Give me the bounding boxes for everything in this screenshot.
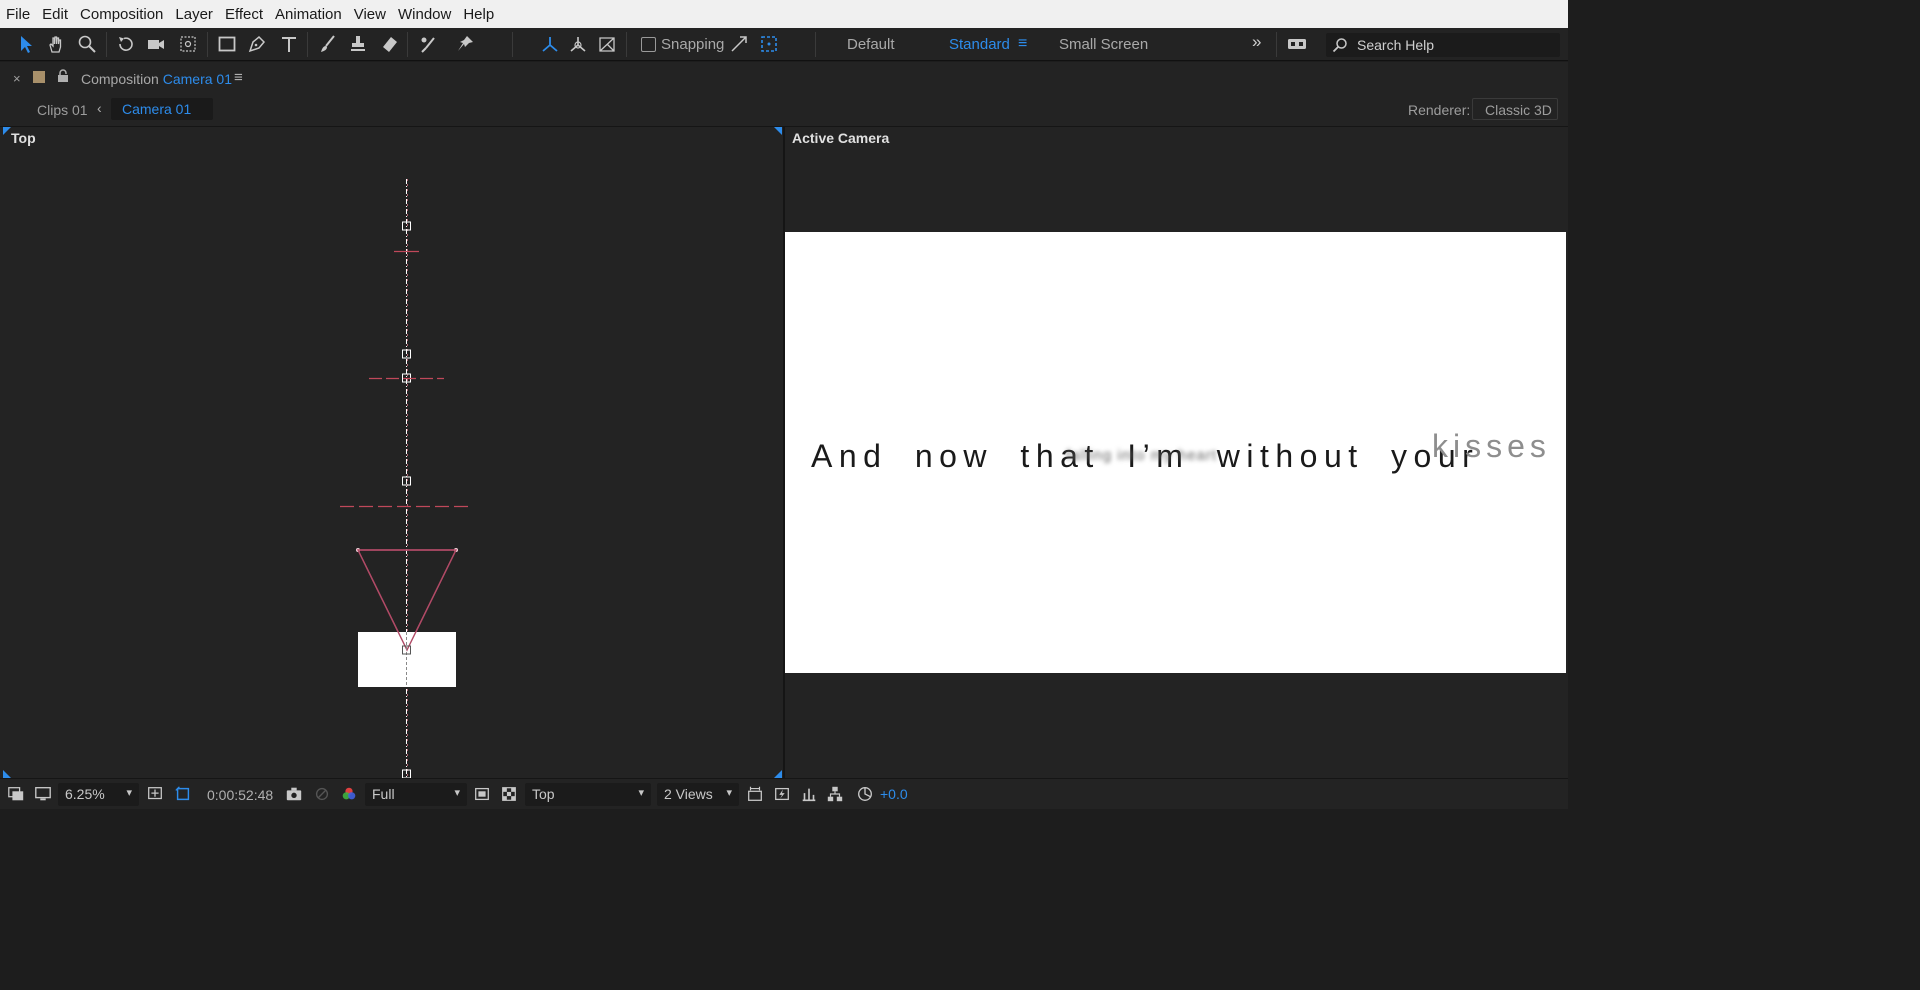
monitor-icon[interactable] [33, 784, 53, 804]
toolbar-separator [207, 32, 208, 57]
camera-gizmo [340, 179, 473, 778]
timecode[interactable]: 0:00:52:48 [207, 787, 273, 803]
menu-bar: File Edit Composition Layer Effect Anima… [0, 0, 1568, 28]
breadcrumb-clips[interactable]: Clips 01 [37, 102, 88, 118]
fast-previews-icon[interactable] [772, 784, 792, 804]
reset-exposure-icon[interactable] [855, 784, 875, 804]
workspace-toggle-icon[interactable] [1284, 31, 1310, 57]
color-channels-icon[interactable] [339, 784, 359, 804]
toolbar-separator [815, 32, 816, 57]
roto-brush-tool-icon[interactable] [415, 31, 441, 57]
snap-features-icon[interactable] [756, 31, 782, 57]
tools-toolbar: Snapping Default Standard ≡ Small Screen… [0, 28, 1568, 61]
exposure-value[interactable]: +0.0 [880, 786, 908, 802]
chevron-down-icon: ▾ [638, 787, 644, 799]
toolbar-separator [407, 32, 408, 57]
workspace-small-screen[interactable]: Small Screen [1059, 36, 1148, 53]
snapping-checkbox[interactable] [641, 37, 656, 52]
workspace-standard[interactable]: Standard [949, 36, 1010, 53]
toolbar-separator [1276, 32, 1277, 57]
toolbar-separator [626, 32, 627, 57]
show-snapshot-icon[interactable] [312, 784, 332, 804]
panel-title: Composition Camera 01 [81, 71, 232, 87]
search-placeholder: Search Help [1357, 37, 1435, 53]
snapshot-camera-icon[interactable] [284, 784, 304, 804]
toolbar-separator [307, 32, 308, 57]
menu-help[interactable]: Help [463, 6, 494, 23]
flowchart-icon[interactable] [825, 784, 845, 804]
menu-edit[interactable]: Edit [42, 6, 68, 23]
menu-effect[interactable]: Effect [225, 6, 263, 23]
search-help-input[interactable]: Search Help [1326, 33, 1560, 57]
breadcrumb-back-icon[interactable]: ‹ [97, 100, 102, 116]
more-workspaces-icon[interactable]: » [1252, 32, 1261, 52]
toolbar-separator [106, 32, 107, 57]
resolution-dropdown[interactable]: Full ▾ [365, 783, 467, 806]
puppet-pin-tool-icon[interactable] [452, 31, 478, 57]
camera-tool-icon[interactable] [143, 31, 169, 57]
rectangle-tool-icon[interactable] [214, 31, 240, 57]
composition-color-swatch [33, 71, 45, 83]
view-label-active-camera: Active Camera [792, 130, 890, 146]
composition-frame[interactable]: And now that I’m without your falling in… [785, 232, 1566, 673]
renderer-label: Renderer: [1408, 102, 1471, 118]
target-region-icon[interactable] [472, 784, 492, 804]
brush-tool-icon[interactable] [315, 31, 341, 57]
lyric-text-kisses: kisses [1432, 428, 1551, 464]
resolution-value: Full [372, 786, 395, 802]
pan-behind-tool-icon[interactable] [175, 31, 201, 57]
menu-window[interactable]: Window [398, 6, 451, 23]
zoom-value: 6.25% [65, 786, 105, 802]
selection-tool-icon[interactable] [13, 31, 39, 57]
snap-edges-icon[interactable] [726, 31, 752, 57]
menu-layer[interactable]: Layer [175, 6, 213, 23]
pen-tool-icon[interactable] [244, 31, 270, 57]
view-layout-value: 2 Views [664, 786, 713, 802]
renderer-button[interactable]: Classic 3D [1472, 98, 1558, 120]
toggle-pixel-aspect-icon[interactable] [745, 784, 765, 804]
always-preview-icon[interactable] [6, 784, 26, 804]
rotate-tool-icon[interactable] [113, 31, 139, 57]
zoom-tool-icon[interactable] [74, 31, 100, 57]
menu-file[interactable]: File [6, 6, 30, 23]
menu-animation[interactable]: Animation [275, 6, 342, 23]
top-view[interactable]: Top [0, 127, 783, 778]
hand-tool-icon[interactable] [43, 31, 69, 57]
breadcrumb-camera[interactable]: Camera 01 [111, 98, 213, 120]
3d-view-value: Top [532, 786, 555, 802]
panel-title-name: Camera 01 [162, 71, 232, 87]
active-camera-view[interactable]: Active Camera And now that I’m without y… [785, 127, 1568, 778]
lyric-text-blurred: falling into my heart [1066, 447, 1218, 464]
menu-composition[interactable]: Composition [80, 6, 163, 23]
lock-icon[interactable] [57, 69, 69, 83]
composition-panel-header: × Composition Camera 01 ≡ Clips 01 ‹ Cam… [0, 62, 1568, 127]
viewer-bottom-bar: 6.25% ▾ 0:00:52:48 Full ▾ Top ▾ 2 Views … [0, 778, 1568, 809]
close-panel-icon[interactable]: × [13, 71, 21, 86]
view-layout-dropdown[interactable]: 2 Views ▾ [657, 783, 739, 806]
type-tool-icon[interactable] [276, 31, 302, 57]
snapping-label: Snapping [661, 36, 725, 53]
clone-stamp-tool-icon[interactable] [345, 31, 371, 57]
eraser-tool-icon[interactable] [377, 31, 403, 57]
panel-menu-icon[interactable]: ≡ [234, 69, 243, 86]
workspace-default[interactable]: Default [847, 36, 895, 53]
timeline-icon[interactable] [799, 784, 819, 804]
chevron-down-icon: ▾ [726, 787, 732, 799]
workspace-menu-icon[interactable]: ≡ [1018, 35, 1027, 53]
world-axis-mode-icon[interactable] [565, 31, 591, 57]
panel-title-prefix: Composition [81, 71, 159, 87]
transparency-grid-icon[interactable] [499, 784, 519, 804]
chevron-down-icon: ▾ [454, 787, 460, 799]
3d-view-dropdown[interactable]: Top ▾ [525, 783, 651, 806]
local-axis-mode-icon[interactable] [537, 31, 563, 57]
region-of-interest-icon[interactable] [173, 784, 193, 804]
zoom-dropdown[interactable]: 6.25% ▾ [58, 783, 139, 806]
toolbar-separator [512, 32, 513, 57]
fit-resolution-icon[interactable] [145, 784, 165, 804]
search-icon [1332, 38, 1347, 53]
view-axis-mode-icon[interactable] [594, 31, 620, 57]
menu-view[interactable]: View [354, 6, 386, 23]
chevron-down-icon: ▾ [126, 787, 132, 799]
